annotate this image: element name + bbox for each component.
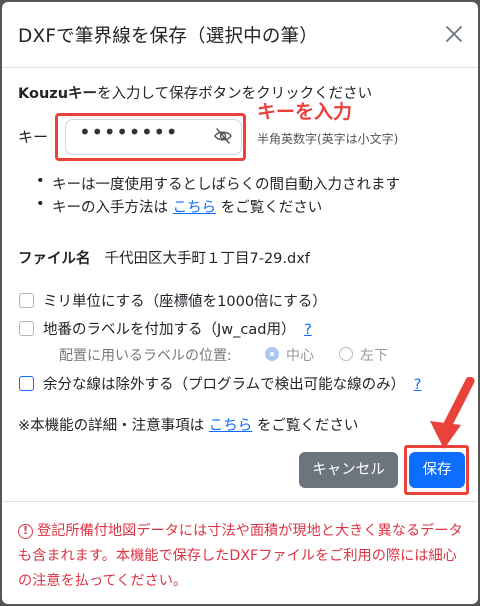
details-link[interactable]: こちら bbox=[209, 418, 253, 434]
footer-divider bbox=[2, 501, 478, 502]
key-masked-value: •••••••• bbox=[79, 120, 179, 144]
bullet-autofill: キーは一度使用するとしばらくの間自動入力されます bbox=[36, 173, 400, 194]
lot-label-row: 地番のラベルを付加する（Jw_cad用） ? bbox=[43, 318, 312, 339]
mm-unit-checkbox[interactable] bbox=[19, 293, 34, 308]
exclude-extra-row: 余分な線は除外する（プログラムで検出可能な線のみ） ? bbox=[43, 373, 421, 394]
warning-message: ! 登記所備付地図データには寸法や面積が現地と大きく異なるデータも含まれます。本機… bbox=[18, 519, 463, 594]
key-annotation: キーを入力 bbox=[257, 101, 353, 123]
key-label: キー bbox=[18, 128, 49, 146]
position-center-radio[interactable] bbox=[265, 347, 279, 361]
lot-label-help-link[interactable]: ? bbox=[304, 322, 312, 338]
dialog-header: DXFで筆界線を保存（選択中の筆） bbox=[2, 2, 478, 68]
close-icon[interactable] bbox=[442, 22, 466, 46]
mm-unit-label: ミリ単位にする（座標値を1000倍にする） bbox=[43, 294, 327, 310]
pointer-arrow bbox=[430, 377, 475, 449]
eye-slash-icon[interactable] bbox=[213, 127, 233, 145]
details-note-suffix: をご覧ください bbox=[252, 418, 359, 434]
save-button[interactable]: 保存 bbox=[409, 452, 465, 488]
file-name-label: ファイル名 bbox=[18, 251, 91, 267]
save-dxf-dialog: DXFで筆界線を保存（選択中の筆） Kouzuキーを入力して保存ボタンをクリック… bbox=[2, 2, 478, 604]
lot-label-text: 地番のラベルを付加する（Jw_cad用） bbox=[43, 322, 296, 338]
warning-text: 登記所備付地図データには寸法や面積が現地と大きく異なるデータも含まれます。本機能… bbox=[18, 523, 463, 589]
details-note-prefix: ※本機能の詳細・注意事項は bbox=[18, 418, 209, 434]
position-bottom-left-radio[interactable] bbox=[339, 347, 353, 361]
exclude-extra-checkbox[interactable] bbox=[19, 376, 34, 391]
position-bottom-left-label: 左下 bbox=[360, 348, 388, 364]
key-hint: 半角英数字(英字は小文字) bbox=[257, 132, 399, 146]
details-note: ※本機能の詳細・注意事項は こちら をご覧ください bbox=[18, 414, 358, 435]
dialog-title: DXFで筆界線を保存（選択中の筆） bbox=[18, 26, 318, 47]
bullet-key-howto: キーの入手方法は こちら をご覧ください bbox=[36, 196, 323, 217]
lot-label-checkbox[interactable] bbox=[19, 321, 34, 336]
exclude-extra-text: 余分な線は除外する（プログラムで検出可能な線のみ） bbox=[43, 377, 406, 393]
label-position-label: 配置に用いるラベルの位置: bbox=[59, 348, 232, 364]
position-center-label: 中心 bbox=[286, 348, 314, 364]
bullet-key-howto-prefix: キーの入手方法は bbox=[52, 200, 173, 216]
key-instruction-bold: Kouzuキー bbox=[18, 86, 98, 102]
cancel-button[interactable]: キャンセル bbox=[299, 452, 398, 488]
key-howto-link[interactable]: こちら bbox=[173, 200, 217, 216]
file-name-row: ファイル名 千代田区大手町１丁目7-29.dxf bbox=[18, 247, 310, 268]
file-name-value: 千代田区大手町１丁目7-29.dxf bbox=[104, 251, 310, 267]
warning-icon: ! bbox=[18, 524, 33, 539]
bullet-key-howto-suffix: をご覧ください bbox=[216, 200, 323, 216]
